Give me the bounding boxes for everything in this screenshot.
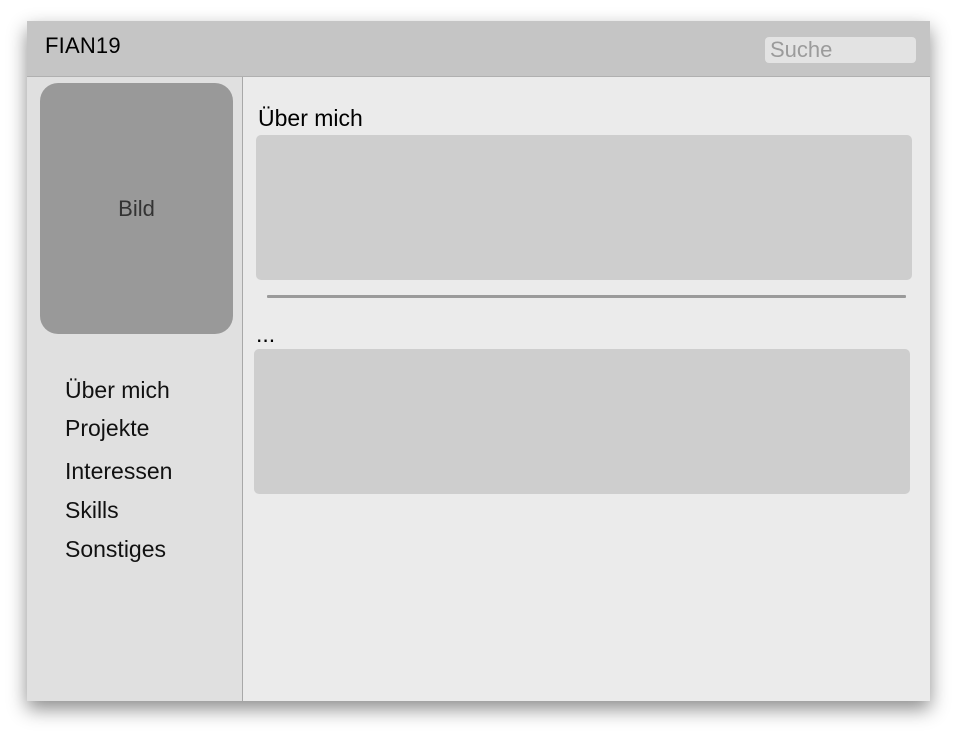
section-title-more: ... xyxy=(256,321,276,347)
sidebar-item-projekte[interactable]: Projekte xyxy=(65,415,149,442)
section-divider xyxy=(267,295,906,298)
sidebar-item-sonstiges[interactable]: Sonstiges xyxy=(65,536,166,563)
sidebar: Bild Über mich Projekte Interessen Skill… xyxy=(27,77,243,701)
section-content-ueber-mich xyxy=(256,135,912,280)
sidebar-item-skills[interactable]: Skills xyxy=(65,497,119,524)
app-window: FIAN19 Bild Über mich Projekte Interesse… xyxy=(27,21,930,701)
profile-image-placeholder: Bild xyxy=(40,83,233,334)
main-content: Über mich ... xyxy=(243,77,930,701)
section-title-ueber-mich: Über mich xyxy=(258,105,363,131)
profile-image-label: Bild xyxy=(118,195,155,221)
search-input[interactable] xyxy=(765,37,916,63)
header-bar: FIAN19 xyxy=(27,21,930,77)
sidebar-item-interessen[interactable]: Interessen xyxy=(65,458,172,485)
section-content-more xyxy=(254,349,910,494)
sidebar-item-ueber-mich[interactable]: Über mich xyxy=(65,377,170,404)
site-brand[interactable]: FIAN19 xyxy=(45,33,121,59)
